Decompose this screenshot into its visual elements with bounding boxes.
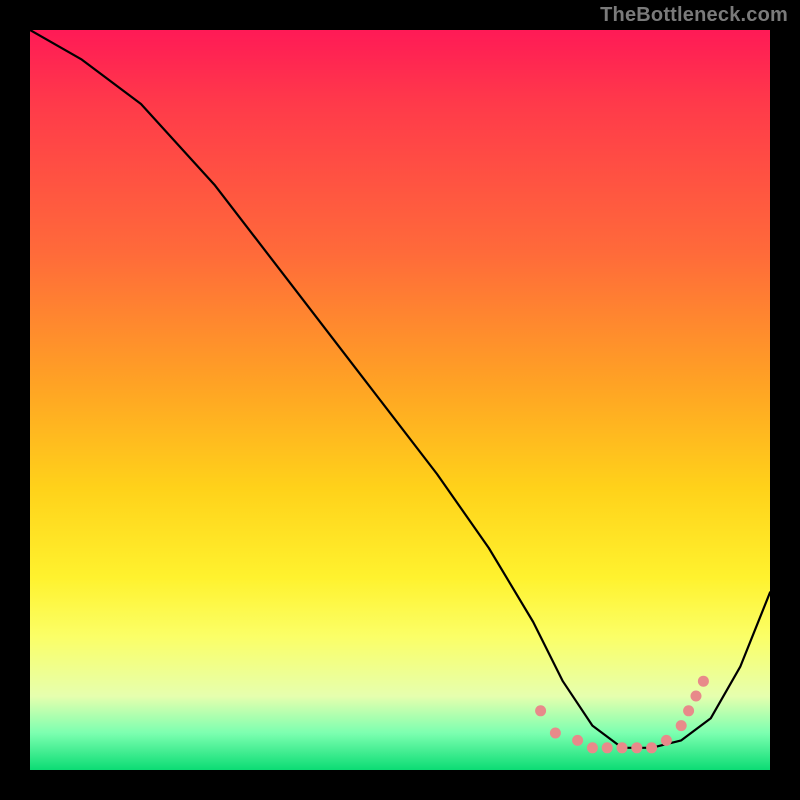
marker-dot [617,742,628,753]
marker-group [535,676,709,754]
marker-dot [535,705,546,716]
marker-dot [676,720,687,731]
marker-dot [631,742,642,753]
marker-dot [698,676,709,687]
curve-svg [30,30,770,770]
marker-dot [572,735,583,746]
chart-frame: TheBottleneck.com [0,0,800,800]
marker-dot [683,705,694,716]
watermark-label: TheBottleneck.com [600,4,788,27]
marker-dot [587,742,598,753]
plot-area [30,30,770,770]
marker-dot [691,691,702,702]
marker-dot [661,735,672,746]
main-curve [30,30,770,748]
marker-dot [602,742,613,753]
marker-dot [550,728,561,739]
marker-dot [646,742,657,753]
